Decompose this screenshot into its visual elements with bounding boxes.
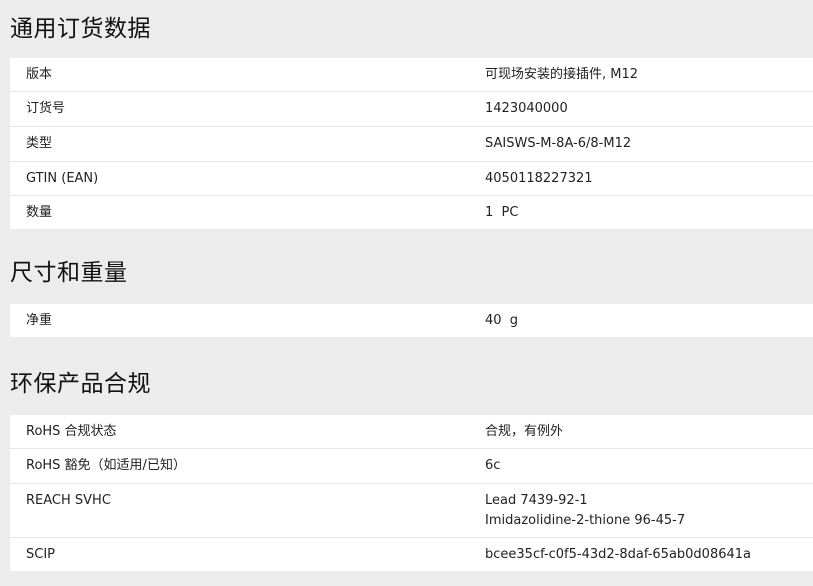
row-value: 可现场安装的接插件, M12 [485, 67, 639, 82]
row-label: REACH SVHC [26, 493, 111, 508]
row-label: SCIP [26, 547, 56, 562]
general-order-data-table: 版本 可现场安装的接插件, M12 订货号 1423040000 类型 SAIS… [10, 58, 813, 229]
row-label: 数量 [26, 205, 53, 220]
row-value: 40 g [485, 313, 519, 328]
table-row: 类型 SAISWS-M-8A-6/8-M12 [10, 127, 813, 162]
row-label: 净重 [26, 313, 53, 328]
environmental-compliance-table: RoHS 合规状态 合规，有例外 RoHS 豁免（如适用/已知） 6c REAC… [10, 415, 813, 571]
row-value: 合规，有例外 [485, 424, 564, 439]
table-row: RoHS 合规状态 合规，有例外 [10, 415, 813, 449]
table-row: GTIN (EAN) 4050118227321 [10, 162, 813, 196]
section-title-dimensions-weight: 尺寸和重量 [10, 260, 128, 286]
table-row: 数量 1 PC [10, 196, 813, 229]
row-value: 1 PC [485, 205, 519, 220]
table-row: RoHS 豁免（如适用/已知） 6c [10, 449, 813, 484]
table-row: 订货号 1423040000 [10, 92, 813, 127]
dimensions-weight-table: 净重 40 g [10, 304, 813, 337]
value-line: Imidazolidine-2-thione 96-45-7 [485, 513, 686, 528]
section-title-general-order-data: 通用订货数据 [10, 16, 151, 42]
row-label: 版本 [26, 67, 53, 82]
row-value: bcee35cf-c0f5-43d2-8daf-65ab0d08641a [485, 547, 752, 562]
table-row: REACH SVHC Lead 7439-92-1 Imidazolidine-… [10, 484, 813, 538]
table-row: SCIP bcee35cf-c0f5-43d2-8daf-65ab0d08641… [10, 538, 813, 571]
row-label: GTIN (EAN) [26, 171, 99, 186]
row-label: 订货号 [26, 101, 66, 116]
section-title-environmental-compliance: 环保产品合规 [10, 371, 151, 397]
table-row: 版本 可现场安装的接插件, M12 [10, 58, 813, 92]
row-value: 6c [485, 458, 501, 473]
row-label: RoHS 合规状态 [26, 424, 117, 439]
table-row: 净重 40 g [10, 304, 813, 337]
row-value: 4050118227321 [485, 171, 593, 186]
row-value: SAISWS-M-8A-6/8-M12 [485, 136, 632, 151]
product-data-page: 通用订货数据 版本 可现场安装的接插件, M12 订货号 1423040000 … [0, 0, 813, 586]
value-line: Lead 7439-92-1 [485, 493, 588, 508]
row-label: RoHS 豁免（如适用/已知） [26, 458, 186, 473]
row-value: 1423040000 [485, 101, 568, 116]
row-value-multiline: Lead 7439-92-1 Imidazolidine-2-thione 96… [485, 491, 685, 531]
row-label: 类型 [26, 136, 53, 151]
